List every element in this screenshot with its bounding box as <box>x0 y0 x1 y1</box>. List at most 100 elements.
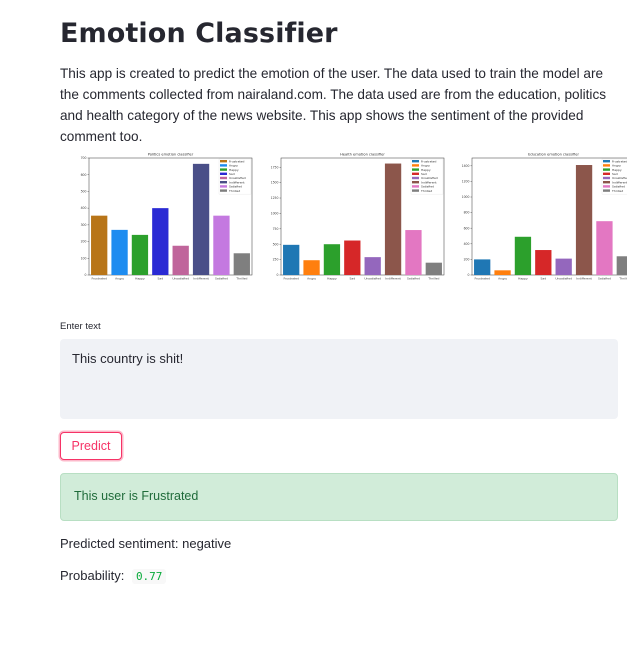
health-chart: Health emotion classifier 0 250 500 750 1000 1… <box>269 150 449 285</box>
x-tick-label: Satisfied <box>215 277 228 281</box>
x-tick-label: Unsatisfied <box>172 277 189 281</box>
charts-row: Politics emotion classifier 0 100 200 300 400… <box>60 150 627 290</box>
y-tick-label: 600 <box>464 226 470 230</box>
y-tick-label: 700 <box>81 156 87 160</box>
legend-swatch <box>220 189 227 192</box>
x-tick-label: Thrilled <box>618 277 627 281</box>
legend-swatch <box>412 164 419 167</box>
x-tick-label: Unsatisfied <box>555 277 572 281</box>
bar-satisfied <box>596 221 613 275</box>
legend-swatch <box>412 168 419 171</box>
bar-indifferent <box>384 163 402 275</box>
comment-text-input[interactable] <box>60 339 618 419</box>
x-tick-label: Indifferent <box>576 277 592 281</box>
x-tick-label: Angry <box>498 277 507 281</box>
y-tick-label: 200 <box>464 258 470 262</box>
y-tick-label: 1500 <box>271 181 279 185</box>
health-chart-svg: Health emotion classifier 0 250 500 750 1000 1… <box>271 153 445 281</box>
y-tick-label: 100 <box>81 256 87 260</box>
y-tick-label: 1400 <box>462 164 470 168</box>
bar-satisfied <box>213 215 230 275</box>
y-tick-label: 300 <box>81 223 87 227</box>
legend-swatch <box>603 176 610 180</box>
probability-line: Probability: 0.77 <box>60 568 167 584</box>
politics-chart-svg: Politics emotion classifier 0 100 200 300 400… <box>81 153 253 281</box>
bar-sad <box>152 208 169 275</box>
bar-unsatisfied <box>172 245 189 275</box>
education-chart: Education emotion classifier 0 200 400 600 80… <box>460 150 627 285</box>
legend-swatch <box>220 176 227 180</box>
x-tick-label: Happy <box>518 277 528 281</box>
politics-chart: Politics emotion classifier 0 100 200 300 400… <box>77 150 257 285</box>
x-tick-label: Indifferent <box>385 277 401 281</box>
bar-frustrated <box>474 259 491 275</box>
education-chart-svg: Education emotion classifier 0 200 400 600 80… <box>462 153 627 281</box>
legend-swatch <box>412 185 419 188</box>
bar-thrilled <box>425 262 442 275</box>
x-tick-label: Indifferent <box>193 277 209 281</box>
chart-title: Education emotion classifier <box>528 153 579 157</box>
y-tick-label: 1000 <box>462 195 470 199</box>
y-tick-label: 0 <box>85 273 87 277</box>
predict-button[interactable]: Predict <box>60 432 122 460</box>
y-tick-label: 0 <box>277 273 279 277</box>
x-tick-label: Sad <box>157 277 163 281</box>
bar-angry <box>303 260 320 275</box>
bar-angry <box>111 229 128 275</box>
text-input-label: Enter text <box>60 321 101 332</box>
x-tick-label: Thrilled <box>235 277 247 281</box>
legend-swatch <box>412 181 419 184</box>
bar-happy <box>514 236 532 275</box>
x-tick-label: Frustrated <box>474 277 489 281</box>
result-alert-text: This user is Frustrated <box>74 489 199 503</box>
legend-swatch <box>220 160 227 163</box>
bar-indifferent <box>575 165 593 275</box>
legend-swatch <box>412 160 419 163</box>
probability-value: 0.77 <box>131 569 167 584</box>
legend-swatch <box>412 172 419 175</box>
legend-swatch <box>603 181 610 184</box>
legend-swatch <box>603 172 610 175</box>
bar-unsatisfied <box>364 257 381 275</box>
legend-swatch <box>603 185 610 188</box>
bar-thrilled <box>616 256 627 275</box>
legend-swatch <box>603 164 610 167</box>
bar-indifferent <box>192 163 210 275</box>
x-tick-label: Thrilled <box>427 277 439 281</box>
legend-swatch <box>412 189 419 192</box>
bar-sad <box>344 240 361 275</box>
bar-frustrated <box>91 215 108 275</box>
x-tick-label: Sad <box>349 277 355 281</box>
legend-swatch <box>220 185 227 188</box>
y-tick-label: 200 <box>81 240 87 244</box>
bar-frustrated <box>283 244 300 275</box>
probability-label: Probability: <box>60 568 125 583</box>
legend-label: Thrilled <box>611 189 623 193</box>
y-tick-label: 500 <box>81 190 87 194</box>
bar-sad <box>535 250 552 275</box>
legend-swatch <box>603 189 610 192</box>
y-tick-label: 400 <box>81 206 87 210</box>
y-tick-label: 400 <box>464 242 470 246</box>
y-tick-label: 1250 <box>271 196 279 200</box>
y-tick-label: 1000 <box>271 212 279 216</box>
y-tick-label: 250 <box>273 258 279 262</box>
legend-swatch <box>220 172 227 175</box>
chart-title: Health emotion classifier <box>340 153 385 157</box>
x-tick-label: Angry <box>307 277 316 281</box>
x-tick-label: Satisfied <box>598 277 611 281</box>
x-tick-label: Frustrated <box>91 277 106 281</box>
y-tick-label: 0 <box>468 273 470 277</box>
bar-happy <box>323 244 341 275</box>
x-tick-label: Angry <box>115 277 124 281</box>
y-tick-label: 800 <box>464 211 470 215</box>
legend-swatch <box>603 168 610 171</box>
bar-satisfied <box>405 230 422 275</box>
x-tick-label: Sad <box>540 277 546 281</box>
x-tick-label: Unsatisfied <box>364 277 381 281</box>
y-tick-label: 500 <box>273 242 279 246</box>
chart-title: Politics emotion classifier <box>148 153 194 157</box>
y-tick-label: 600 <box>81 173 87 177</box>
legend-swatch <box>220 181 227 184</box>
y-tick-label: 750 <box>273 227 279 231</box>
